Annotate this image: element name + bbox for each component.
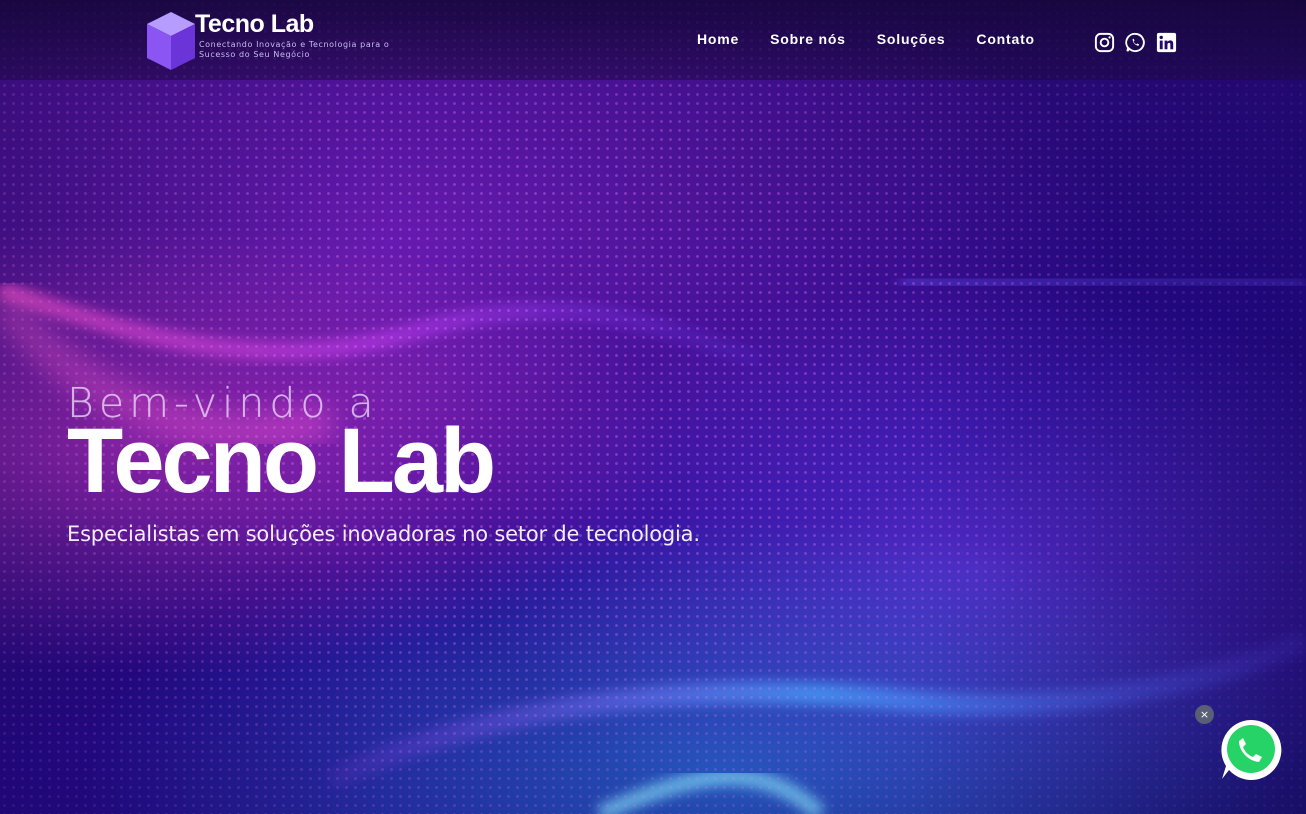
nav-home[interactable]: Home: [697, 31, 739, 47]
brand-text: Tecno Lab Conectando Inovação e Tecnolog…: [195, 10, 429, 60]
linkedin-icon[interactable]: [1155, 31, 1178, 54]
hero-subtitle: Especialistas em soluções inovadoras no …: [67, 522, 700, 546]
whatsapp-float-icon[interactable]: [1217, 716, 1285, 784]
site-header: Tecno Lab Conectando Inovação e Tecnolog…: [0, 0, 1306, 80]
instagram-icon[interactable]: [1093, 31, 1116, 54]
page: Tecno Lab Conectando Inovação e Tecnolog…: [0, 0, 1306, 814]
nav-sobre-nos[interactable]: Sobre nós: [770, 31, 846, 47]
hero-title: Tecno Lab: [67, 410, 496, 512]
whatsapp-close-button[interactable]: ×: [1195, 705, 1214, 724]
brand-tagline: Conectando Inovação e Tecnologia para o …: [199, 40, 390, 59]
brand-name: Tecno Lab: [195, 10, 314, 38]
hero-section: Bem-vindo a Tecno Lab Especialistas em s…: [67, 380, 700, 546]
social-links: [1093, 31, 1178, 54]
nav-contato[interactable]: Contato: [976, 31, 1034, 47]
cube-logo-icon: [147, 12, 195, 70]
brand-logo[interactable]: Tecno Lab Conectando Inovação e Tecnolog…: [145, 10, 429, 72]
nav-solucoes[interactable]: Soluções: [877, 31, 946, 47]
main-nav: Home Sobre nós Soluções Contato: [697, 31, 1035, 47]
whatsapp-icon[interactable]: [1124, 31, 1147, 54]
